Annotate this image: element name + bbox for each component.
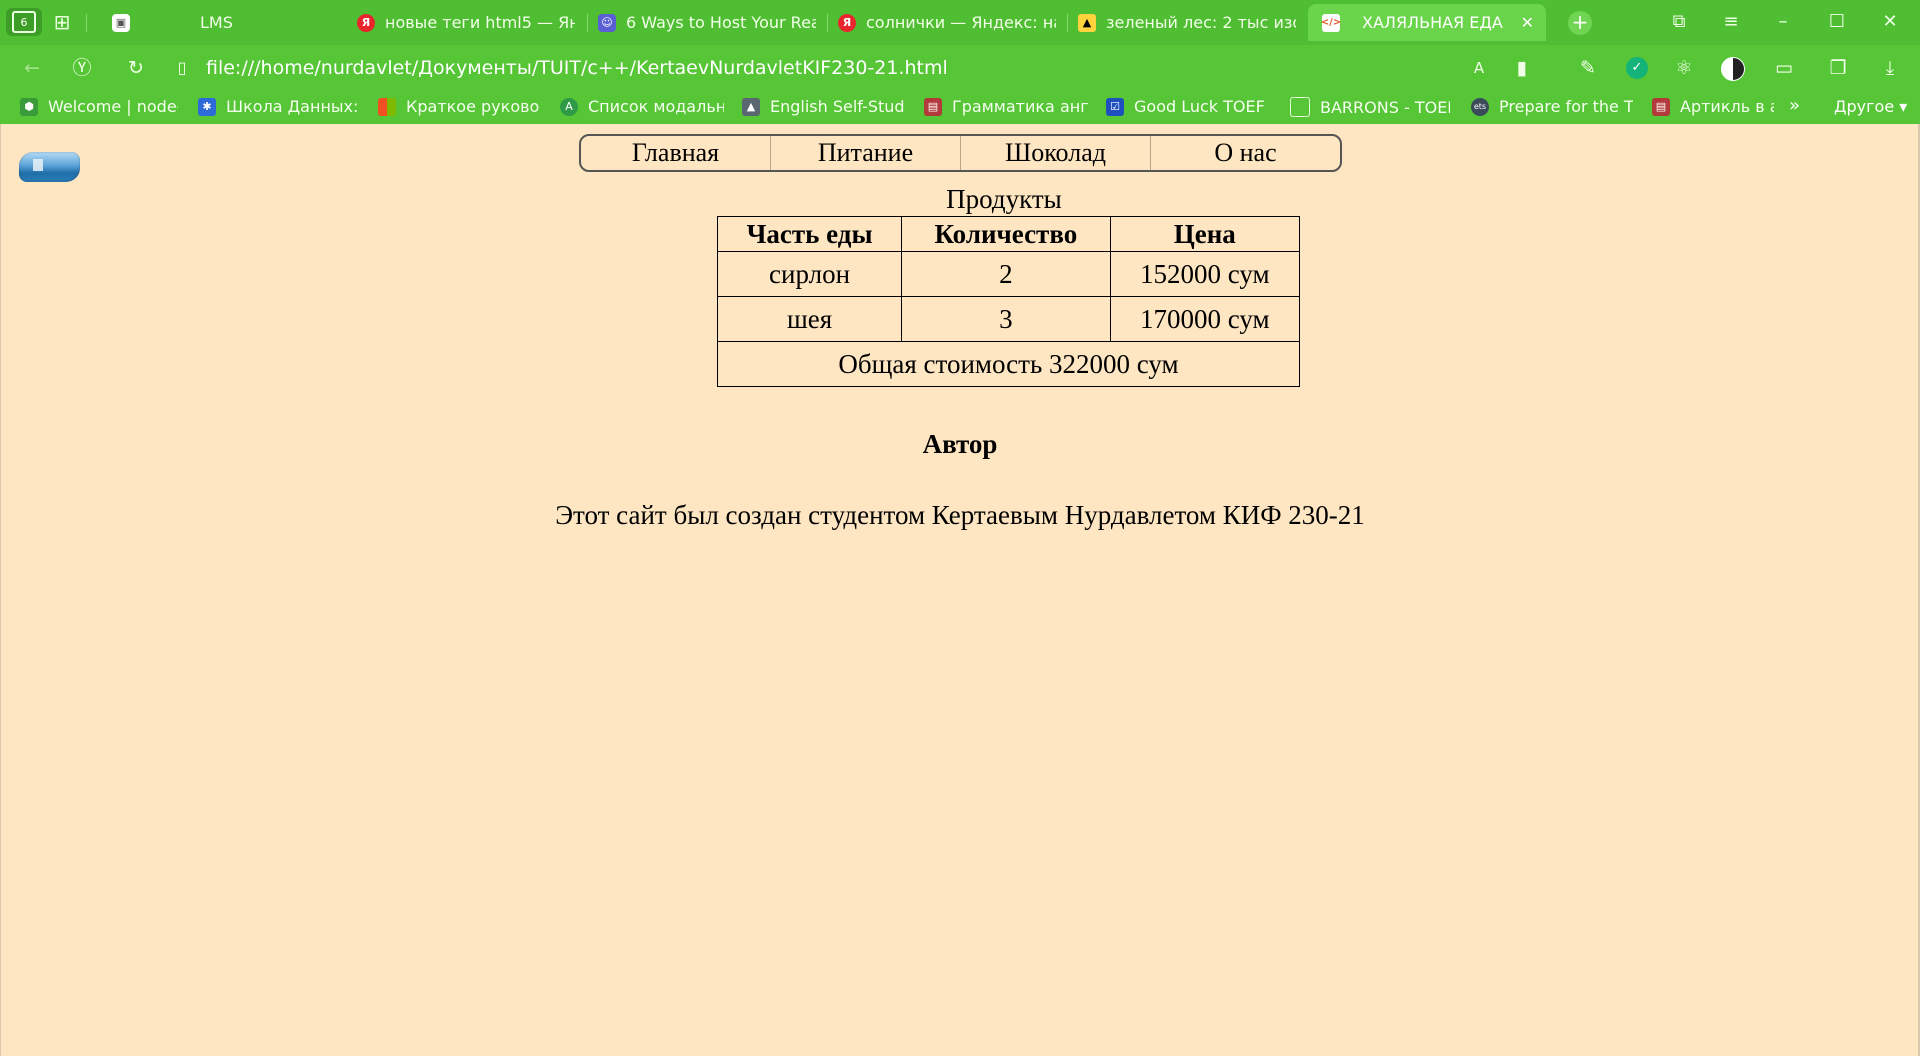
window-border: [0, 124, 1, 1056]
tab-title: 6 Ways to Host Your Reac: [626, 13, 816, 32]
bookmark-item[interactable]: ▲ English Self-Study: [742, 97, 904, 116]
table-cell: сирлон: [716, 251, 903, 297]
checkbox-icon: ☑: [1106, 97, 1124, 116]
bookmark-item[interactable]: ⬢ Welcome | node-j: [20, 97, 178, 116]
collections-icon[interactable]: ❐: [1826, 56, 1850, 80]
file-icon: ▯: [177, 58, 187, 77]
other-bookmarks-folder[interactable]: Другое ▾: [1834, 97, 1907, 116]
bookmark-item[interactable]: ▤ Артикль в а: [1652, 97, 1774, 116]
nav-link-chocolate[interactable]: Шоколад: [961, 136, 1151, 170]
bookmarks-bar: ⬢ Welcome | node-j ✱ Школа Данных: к Кра…: [0, 91, 1920, 124]
bookmark-icon[interactable]: ▮: [1510, 56, 1534, 80]
battery-saver-icon[interactable]: ▭: [1772, 56, 1796, 80]
table-cell: 170000 сум: [1109, 296, 1301, 342]
yandex-home-icon[interactable]: Ⓨ: [70, 56, 94, 80]
tab-separator: [587, 14, 588, 32]
bookmark-item[interactable]: Краткое руковод: [378, 97, 540, 116]
tab-bar: 6 ⊞ ▣ LMS Я новые теги html5 — Янд ☺ 6 W…: [0, 0, 1920, 45]
tab-host-react[interactable]: ☺ 6 Ways to Host Your Reac: [598, 4, 816, 41]
address-bar[interactable]: file:///home/nurdavlet/Документы/TUIT/c+…: [206, 57, 948, 79]
reload-icon[interactable]: ↻: [124, 56, 148, 80]
nav-link-about[interactable]: О нас: [1151, 136, 1340, 170]
site-logo-image: [19, 152, 80, 182]
bookmark-item[interactable]: ✱ Школа Данных: к: [198, 97, 358, 116]
image-icon: ▲: [1078, 13, 1096, 32]
table-row: шея 3 170000 сум: [716, 296, 1301, 342]
tab-halal-food[interactable]: </> ХАЛЯЛЬНАЯ ЕДА ✕: [1308, 4, 1546, 41]
main-navigation: Главная Питание Шоколад О нас: [579, 134, 1342, 172]
bookmark-item[interactable]: A Список модально: [560, 97, 724, 116]
pen-extension-icon[interactable]: ✎: [1576, 56, 1600, 80]
table-cell: 2: [901, 251, 1111, 297]
bookmark-item[interactable]: ets Prepare for the TO: [1471, 97, 1633, 116]
microsoft-icon: [378, 97, 396, 116]
ets-icon: ets: [1471, 97, 1489, 116]
tab-solnichki[interactable]: Я солнички — Яндекс: наш: [838, 4, 1056, 41]
web-page: Главная Питание Шоколад О нас Продукты Ч…: [0, 124, 1920, 1056]
address-toolbar: ← Ⓨ ↻ ▯ file:///home/nurdavlet/Документы…: [0, 45, 1920, 91]
more-bookmarks-icon[interactable]: »: [1789, 95, 1800, 116]
column-header: Часть еды: [716, 216, 903, 252]
html-file-icon: </>: [1321, 13, 1341, 32]
nav-link-home[interactable]: Главная: [581, 136, 771, 170]
book-icon: ▣: [112, 13, 130, 32]
grad-cap-icon: ▲: [742, 97, 760, 116]
tab-separator: [827, 14, 828, 32]
nodejs-icon: ⬢: [20, 97, 38, 116]
tab-separator: [86, 14, 87, 32]
tab-title: зеленый лес: 2 тыс изоб: [1106, 13, 1296, 32]
translate-icon[interactable]: A: [1467, 56, 1491, 80]
author-paragraph: Этот сайт был создан студентом Кертаевым…: [555, 500, 1365, 530]
table-row: сирлон 2 152000 сум: [716, 251, 1301, 297]
book-stack-icon: ▤: [924, 97, 942, 116]
author-heading: Автор: [922, 429, 998, 459]
tab-title: ХАЛЯЛЬНАЯ ЕДА: [1362, 13, 1503, 32]
dev-avatar-icon: ☺: [598, 13, 616, 32]
table-header-row: Часть еды Количество Цена: [716, 216, 1301, 252]
table-cell: шея: [716, 296, 903, 342]
tab-list-icon[interactable]: ⧉: [1667, 10, 1691, 34]
maximize-icon[interactable]: ☐: [1825, 10, 1849, 34]
close-tab-icon[interactable]: ✕: [1511, 13, 1546, 32]
tab-title: солнички — Яндекс: наш: [866, 13, 1056, 32]
tab-count: 6: [12, 11, 36, 33]
tab-title: новые теги html5 — Янд: [385, 13, 575, 32]
tab-lms[interactable]: ▣ LMS: [112, 4, 342, 41]
react-devtools-icon[interactable]: ⚛: [1672, 56, 1696, 80]
close-window-icon[interactable]: ✕: [1878, 10, 1902, 34]
minimize-icon[interactable]: –: [1771, 10, 1795, 34]
bookmark-item[interactable]: ☑ Good Luck TOEFL: [1106, 97, 1266, 116]
back-icon[interactable]: ←: [20, 56, 44, 80]
dark-mode-icon[interactable]: [1721, 57, 1745, 81]
download-icon[interactable]: ⤓: [1878, 56, 1902, 80]
file-icon: [1290, 97, 1310, 117]
yandex-icon: Я: [838, 13, 856, 32]
tab-counter-button[interactable]: 6: [6, 8, 42, 36]
menu-icon[interactable]: ≡: [1719, 10, 1743, 34]
products-table: Часть еды Количество Цена сирлон 2 15200…: [716, 216, 1301, 387]
yandex-icon: Я: [357, 13, 375, 32]
nav-link-nutrition[interactable]: Питание: [771, 136, 961, 170]
table-cell: 152000 сум: [1109, 251, 1301, 297]
book-stack-icon: ▤: [1652, 97, 1670, 116]
school-icon: ✱: [198, 97, 216, 116]
shield-check-icon[interactable]: ✓: [1626, 57, 1648, 79]
new-tab-group-icon[interactable]: ⊞: [48, 10, 76, 34]
tab-title: LMS: [200, 13, 233, 32]
column-header: Цена: [1109, 216, 1301, 252]
new-tab-button[interactable]: +: [1568, 11, 1592, 35]
table-cell: 3: [901, 296, 1111, 342]
tab-html5-tags[interactable]: Я новые теги html5 — Янд: [357, 4, 575, 41]
bookmark-item[interactable]: ▤ Грамматика англ: [924, 97, 1088, 116]
bookmark-item[interactable]: BARRONS - TOEFL: [1290, 97, 1450, 117]
table-caption: Продукты: [946, 184, 1062, 214]
letter-a-icon: A: [560, 97, 578, 116]
column-header: Количество: [901, 216, 1111, 252]
total-cost-cell: Общая стоимость 322000 сум: [717, 341, 1300, 387]
table-total-row: Общая стоимость 322000 сум: [717, 341, 1300, 387]
tab-separator: [1067, 14, 1068, 32]
tab-green-forest[interactable]: ▲ зеленый лес: 2 тыс изоб: [1078, 4, 1296, 41]
